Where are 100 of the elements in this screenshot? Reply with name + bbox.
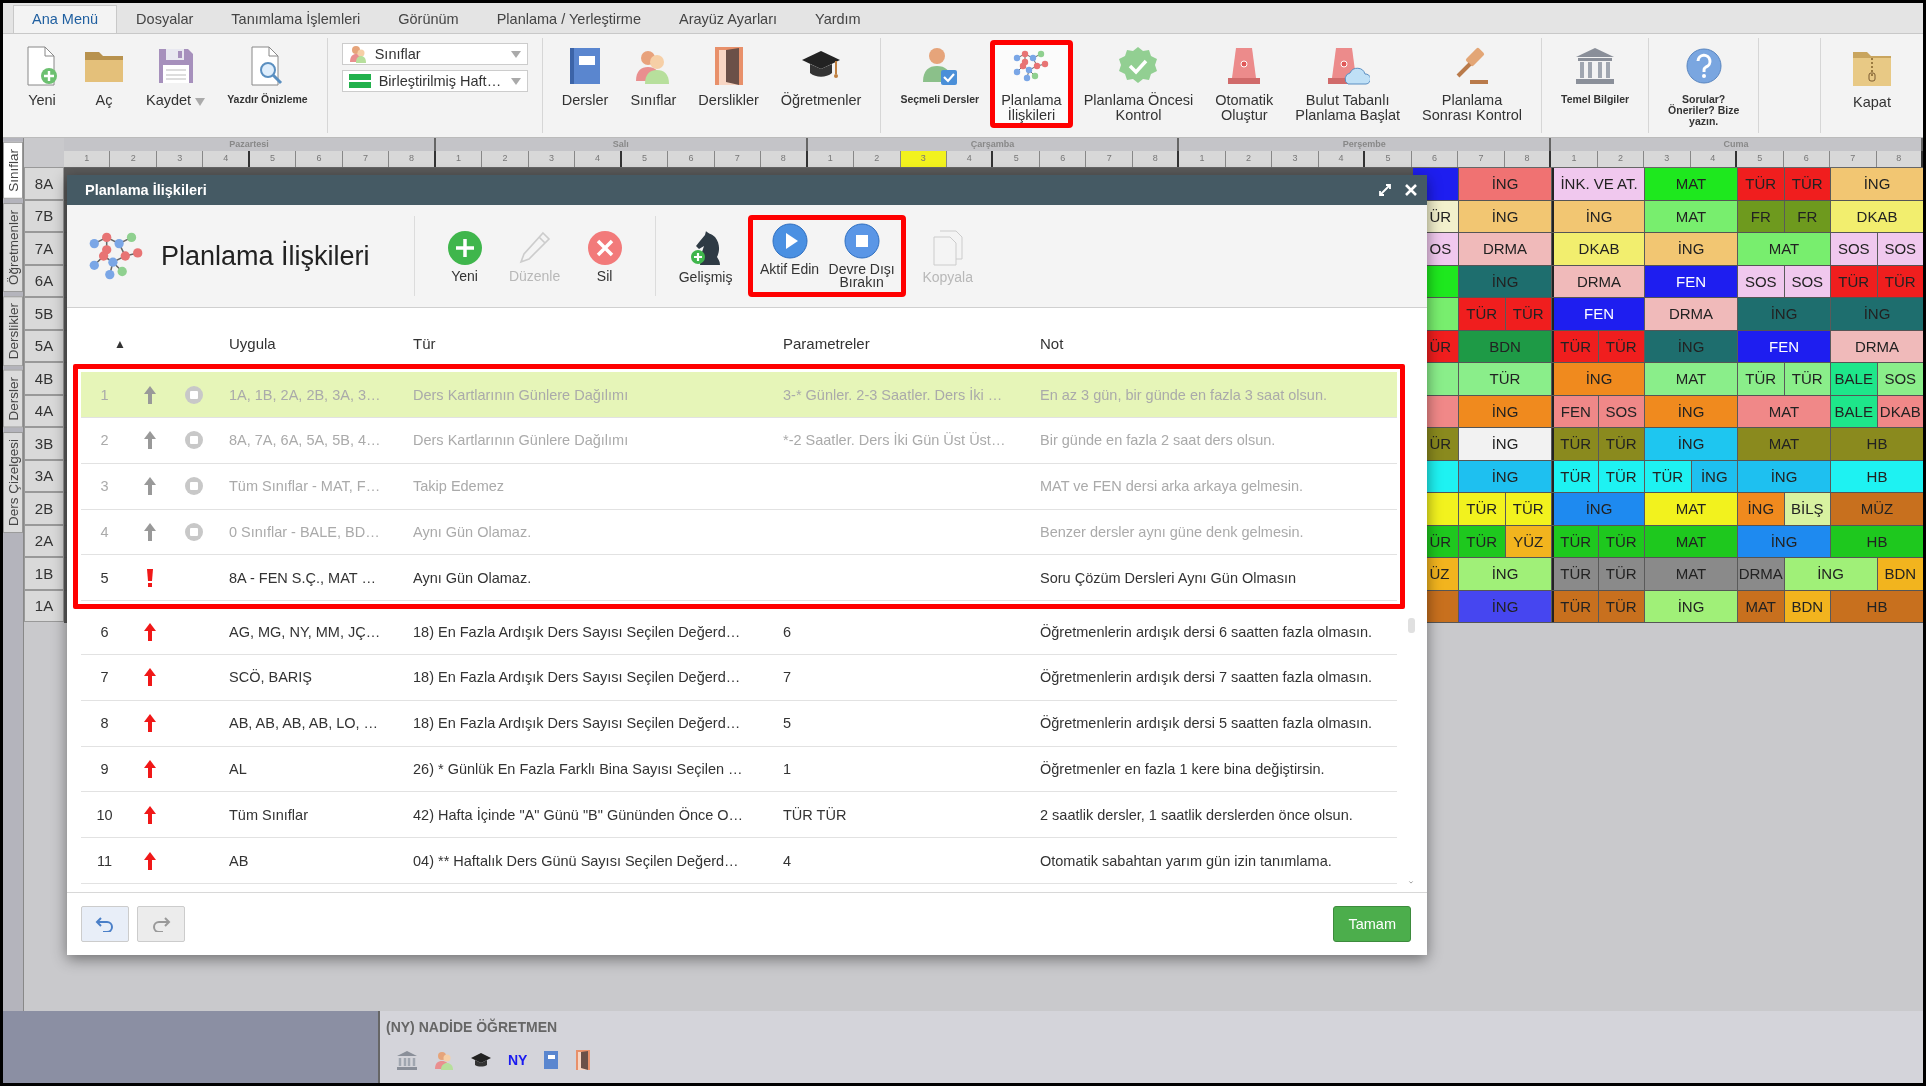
column-header[interactable]: Tür	[401, 335, 771, 353]
lesson-cell[interactable]: SOS	[1598, 395, 1644, 427]
lesson-cell[interactable]: HB	[1831, 428, 1923, 460]
lesson-cell[interactable]: SOS	[1784, 265, 1830, 297]
lesson-cell[interactable]: TÜR	[1459, 525, 1505, 557]
ribbon-button[interactable]: Aç	[73, 40, 135, 113]
menu-tab[interactable]: Görünüm	[379, 5, 478, 33]
lesson-cell[interactable]: İNG	[1738, 460, 1830, 492]
class-label[interactable]: 4B	[24, 362, 64, 395]
ribbon-button[interactable]: Otomatik Oluştur	[1204, 40, 1285, 128]
lesson-cell[interactable]: DRMA	[1831, 330, 1923, 362]
column-header[interactable]: Uygula	[217, 335, 401, 353]
lesson-cell[interactable]: DRMA	[1459, 233, 1551, 265]
lesson-cell[interactable]: DKAB	[1877, 395, 1923, 427]
toolbar-button[interactable]: Gelişmiş	[670, 228, 741, 284]
ribbon-button[interactable]: Planlama Öncesi Kontrol	[1072, 40, 1205, 128]
redo-button[interactable]	[137, 906, 185, 942]
ribbon-button[interactable]: Planlama İlişkileri	[990, 40, 1073, 128]
close-icon[interactable]	[1405, 184, 1417, 196]
lesson-cell[interactable]: İNG	[1459, 168, 1551, 200]
lesson-cell[interactable]: HB	[1831, 590, 1923, 622]
toolbar-button[interactable]: Yeni	[429, 229, 500, 283]
lesson-cell[interactable]: FEN	[1552, 395, 1598, 427]
lesson-cell[interactable]: TÜR	[1552, 590, 1598, 622]
class-label[interactable]: 2A	[24, 524, 64, 557]
lesson-cell[interactable]: TÜR	[1784, 168, 1830, 200]
scrollbar-thumb[interactable]	[1407, 618, 1415, 634]
class-label[interactable]: 7B	[24, 199, 64, 232]
class-label[interactable]: 5A	[24, 329, 64, 362]
lesson-cell[interactable]: İNG	[1459, 200, 1551, 232]
class-label[interactable]: 6A	[24, 264, 64, 297]
dropdown-caret-icon[interactable]	[510, 50, 521, 58]
class-label[interactable]: 1A	[24, 589, 64, 622]
lesson-cell[interactable]: TÜR	[1598, 428, 1644, 460]
lesson-cell[interactable]: İNG	[1691, 460, 1737, 492]
class-label[interactable]: 4A	[24, 394, 64, 427]
lesson-cell[interactable]: İNG	[1459, 395, 1551, 427]
teacher-code[interactable]: NY	[508, 1052, 528, 1068]
lesson-cell[interactable]: TÜR	[1877, 265, 1923, 297]
lesson-cell[interactable]: TÜR	[1459, 493, 1505, 525]
toolbar-button[interactable]: Sil	[569, 229, 640, 283]
side-tab[interactable]: Sınıflar	[3, 142, 23, 199]
lesson-cell[interactable]: İNG	[1459, 428, 1551, 460]
lesson-cell[interactable]: TÜR	[1552, 525, 1598, 557]
ribbon-button[interactable]: Yazdır Önizleme	[216, 40, 319, 110]
column-header[interactable]: Parametreler	[771, 335, 1028, 353]
ribbon-button[interactable]: Kapat	[1841, 42, 1903, 115]
lesson-cell[interactable]: TÜR	[1598, 460, 1644, 492]
lesson-cell[interactable]: MAT	[1738, 233, 1830, 265]
undo-button[interactable]	[81, 906, 129, 942]
lesson-cell[interactable]: TÜR	[1598, 590, 1644, 622]
dropdown-caret-icon[interactable]	[195, 97, 206, 106]
lesson-cell[interactable]: SOS	[1831, 233, 1877, 265]
sort-indicator[interactable]: ▲	[81, 336, 128, 351]
lesson-cell[interactable]: TÜR	[1598, 330, 1644, 362]
side-tab[interactable]: Ders Çizelgesi	[3, 431, 23, 533]
lesson-cell[interactable]: İNG	[1831, 168, 1923, 200]
ribbon-button[interactable]: Sorular? Öneriler? Bize yazın.	[1657, 40, 1751, 132]
class-label[interactable]: 2B	[24, 492, 64, 525]
lesson-cell[interactable]: FEN	[1738, 330, 1830, 362]
lesson-cell[interactable]: SOS	[1738, 265, 1784, 297]
menu-tab[interactable]: Arayüz Ayarları	[659, 5, 797, 33]
dropdown-caret-icon[interactable]	[510, 77, 521, 85]
ribbon-button[interactable]: Bulut Tabanlı Planlama Başlat	[1284, 40, 1412, 128]
lesson-cell[interactable]: TÜR	[1552, 460, 1598, 492]
lesson-cell[interactable]: İNG	[1738, 493, 1784, 525]
door-icon[interactable]	[575, 1049, 592, 1071]
lesson-cell[interactable]: İNG	[1552, 493, 1644, 525]
lesson-cell[interactable]: TÜR	[1598, 558, 1644, 590]
lesson-cell[interactable]: FR	[1738, 200, 1784, 232]
lesson-cell[interactable]: DRMA	[1645, 298, 1737, 330]
lesson-cell[interactable]: DRMA	[1552, 265, 1644, 297]
column-header[interactable]: Not	[1028, 335, 1397, 353]
lesson-cell[interactable]: DKAB	[1831, 200, 1923, 232]
dropdown-field[interactable]: Sınıflar	[341, 43, 528, 65]
lesson-cell[interactable]: SOS	[1877, 363, 1923, 395]
lesson-cell[interactable]: TÜR	[1784, 363, 1830, 395]
lesson-cell[interactable]: BİLŞ	[1784, 493, 1830, 525]
lesson-cell[interactable]: MAT	[1645, 493, 1737, 525]
lesson-cell[interactable]: BDN	[1784, 590, 1830, 622]
ribbon-button[interactable]: Dersler	[550, 40, 620, 113]
lesson-cell[interactable]: TÜR	[1505, 298, 1551, 330]
lesson-cell[interactable]: İNG	[1552, 363, 1644, 395]
class-label[interactable]: 1B	[24, 557, 64, 590]
graduation-cap-icon[interactable]	[470, 1052, 492, 1068]
lesson-cell[interactable]: İNG	[1552, 200, 1644, 232]
toolbar-button[interactable]: Aktif Edin	[754, 223, 825, 276]
side-tab[interactable]: Derslikler	[3, 295, 23, 367]
ribbon-button[interactable]: Derslikler	[687, 40, 770, 113]
ribbon-button[interactable]: Sınıflar	[619, 40, 688, 113]
lesson-cell[interactable]: MAT	[1645, 525, 1737, 557]
lesson-cell[interactable]: MÜZ	[1831, 493, 1923, 525]
lesson-cell[interactable]: İNG	[1459, 460, 1551, 492]
building-icon[interactable]	[396, 1050, 418, 1070]
lesson-cell[interactable]: FR	[1784, 200, 1830, 232]
lesson-cell[interactable]: İNG	[1738, 525, 1830, 557]
lesson-cell[interactable]: TÜR	[1738, 168, 1784, 200]
menu-tab[interactable]: Tanımlama İşlemleri	[212, 5, 380, 33]
menu-tab[interactable]: Ana Menü	[13, 5, 118, 33]
class-label[interactable]: 8A	[24, 167, 64, 200]
